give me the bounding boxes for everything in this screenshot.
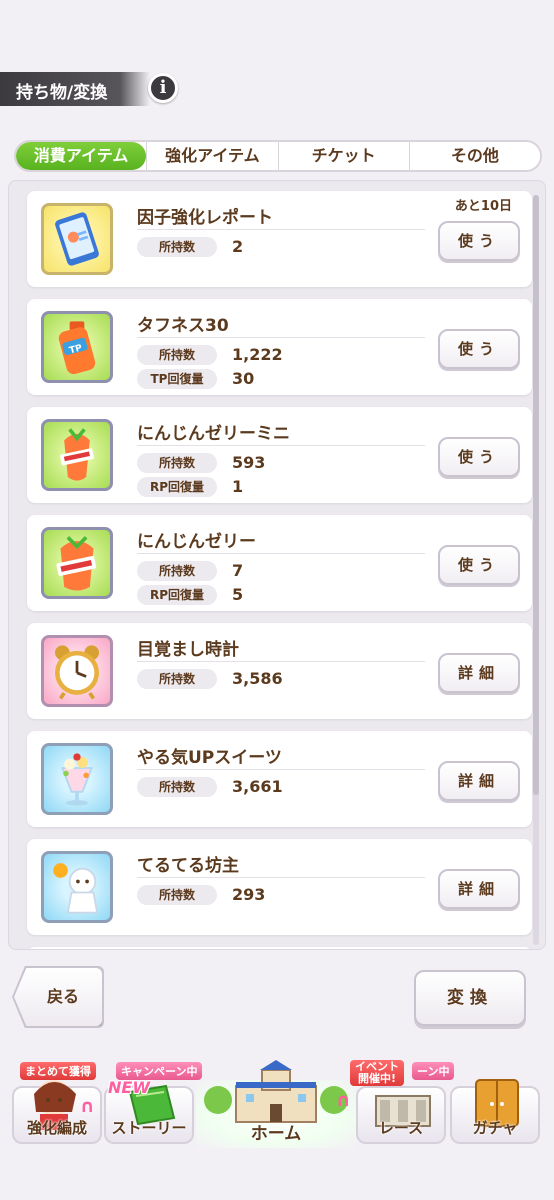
back-button[interactable]: 戻る (14, 968, 102, 1026)
stat-row: 所持数 1,222 (137, 345, 417, 365)
details-button[interactable]: 詳細 (438, 761, 520, 801)
stat-label: 所持数 (137, 237, 217, 257)
item-name: にんじんゼリー (137, 532, 256, 552)
stat-label: 所持数 (137, 345, 217, 365)
list-item: 因子強化レポート あと10日 所持数 2 使う (27, 191, 532, 287)
stat-value: 3,586 (232, 669, 283, 688)
horseshoe-icon: ∩ (80, 1096, 95, 1117)
stat-value: 7 (232, 561, 244, 580)
stat-row: 所持数 3,586 (137, 669, 417, 689)
divider (137, 337, 425, 338)
list-item: にんじんゼリー 所持数 7 RP回復量 5 使う (27, 515, 532, 611)
stat-row: 所持数 7 (137, 561, 417, 581)
list-item: 目覚まし時計 所持数 3,586 詳細 (27, 623, 532, 719)
list-item: てるてる坊主 所持数 293 詳細 (27, 839, 532, 935)
alarm-clock-icon (41, 635, 113, 707)
use-button[interactable]: 使う (438, 437, 520, 477)
stat-value: 593 (232, 453, 266, 472)
info-icon[interactable]: i (148, 73, 178, 103)
horseshoe-icon: ∩ (336, 1090, 351, 1111)
stat-label: 所持数 (137, 885, 217, 905)
use-button[interactable]: 使う (438, 329, 520, 369)
scrollbar-thumb[interactable] (533, 195, 539, 795)
stat-row: 所持数 2 (137, 237, 417, 257)
nav-label: ホーム (250, 1124, 302, 1144)
stat-value: 1 (232, 477, 244, 496)
list-item: にんじんゼリーミニ 所持数 593 RP回復量 1 使う (27, 407, 532, 503)
item-name: てるてる坊主 (137, 856, 239, 876)
stat-value: 5 (232, 585, 244, 604)
school-building-icon (204, 1060, 348, 1123)
stat-label: 所持数 (137, 561, 217, 581)
details-button[interactable]: 詳細 (438, 869, 520, 909)
teru-teru-bozu-icon (41, 851, 113, 923)
list-item (27, 947, 532, 949)
stat-value: 30 (232, 369, 255, 388)
nav-label: レース (378, 1119, 424, 1137)
item-list[interactable]: 因子強化レポート あと10日 所持数 2 使う TP タフネス30 所持数 1,… (8, 180, 546, 950)
stat-label: 所持数 (137, 669, 217, 689)
time-limit-label: あと10日 (454, 199, 512, 214)
tab-consumables[interactable]: 消費アイテム (16, 142, 147, 170)
stat-value: 3,661 (232, 777, 283, 796)
stat-label: 所持数 (137, 453, 217, 473)
item-name: タフネス30 (137, 316, 229, 336)
campaign-badge-partial: ーン中 (412, 1062, 455, 1080)
stat-label: RP回復量 (137, 585, 217, 605)
divider (137, 229, 425, 230)
item-name: 因子強化レポート (137, 208, 273, 228)
bottom-nav: ∩ 強化編成 まとめて獲得 ストーリー キャンペーン中 NEW ∩ ホーム レー… (0, 1060, 554, 1150)
use-button[interactable]: 使う (438, 545, 520, 585)
new-badge: NEW (108, 1078, 150, 1097)
carrot-jelly-mini-icon (41, 419, 113, 491)
nav-label: 強化編成 (26, 1119, 87, 1137)
category-tabs: 消費アイテム 強化アイテム チケット その他 (14, 140, 542, 172)
tablet-report-icon (41, 203, 113, 275)
nav-training[interactable]: ∩ 強化編成 (12, 1080, 102, 1144)
divider (137, 445, 425, 446)
divider (137, 769, 425, 770)
stat-row: 所持数 3,661 (137, 777, 417, 797)
parfait-icon (41, 743, 113, 815)
nav-home[interactable]: ∩ ホーム (196, 1060, 356, 1148)
details-button[interactable]: 詳細 (438, 653, 520, 693)
item-name: やる気UPスイーツ (137, 748, 282, 768)
convert-button[interactable]: 変換 (414, 970, 526, 1026)
stat-label: TP回復量 (137, 369, 217, 389)
tab-tickets[interactable]: チケット (277, 142, 409, 170)
stat-value: 1,222 (232, 345, 283, 364)
divider (137, 661, 425, 662)
page-header: 持ち物/変換 i (0, 68, 190, 108)
nav-label: ガチャ (472, 1119, 518, 1137)
page-title: 持ち物/変換 (16, 83, 108, 103)
divider (137, 553, 425, 554)
stat-value: 293 (232, 885, 266, 904)
stat-label: RP回復量 (137, 477, 217, 497)
nav-gacha[interactable]: ガチャ (450, 1079, 540, 1144)
event-badge: イベント 開催中! (350, 1060, 404, 1086)
stat-row: 所持数 293 (137, 885, 417, 905)
divider (137, 877, 425, 878)
nav-race[interactable]: レース (356, 1086, 446, 1144)
stat-row: RP回復量 1 (137, 477, 417, 497)
use-button[interactable]: 使う (438, 221, 520, 261)
stat-row: 所持数 593 (137, 453, 417, 473)
list-item: やる気UPスイーツ 所持数 3,661 詳細 (27, 731, 532, 827)
stat-row: RP回復量 5 (137, 585, 417, 605)
item-name: にんじんゼリーミニ (137, 424, 290, 444)
item-name: 目覚まし時計 (137, 640, 239, 660)
tab-enhancement-items[interactable]: 強化アイテム (146, 142, 278, 170)
nav-label: ストーリー (111, 1119, 187, 1137)
stat-row: TP回復量 30 (137, 369, 417, 389)
tp-bottle-icon: TP (41, 311, 113, 383)
tab-other[interactable]: その他 (408, 142, 540, 170)
stat-value: 2 (232, 237, 244, 256)
list-item: TP タフネス30 所持数 1,222 TP回復量 30 使う (27, 299, 532, 395)
carrot-jelly-icon (41, 527, 113, 599)
bulk-acquire-badge: まとめて獲得 (20, 1062, 96, 1080)
stat-label: 所持数 (137, 777, 217, 797)
event-badge-line2: 開催中! (357, 1072, 397, 1085)
